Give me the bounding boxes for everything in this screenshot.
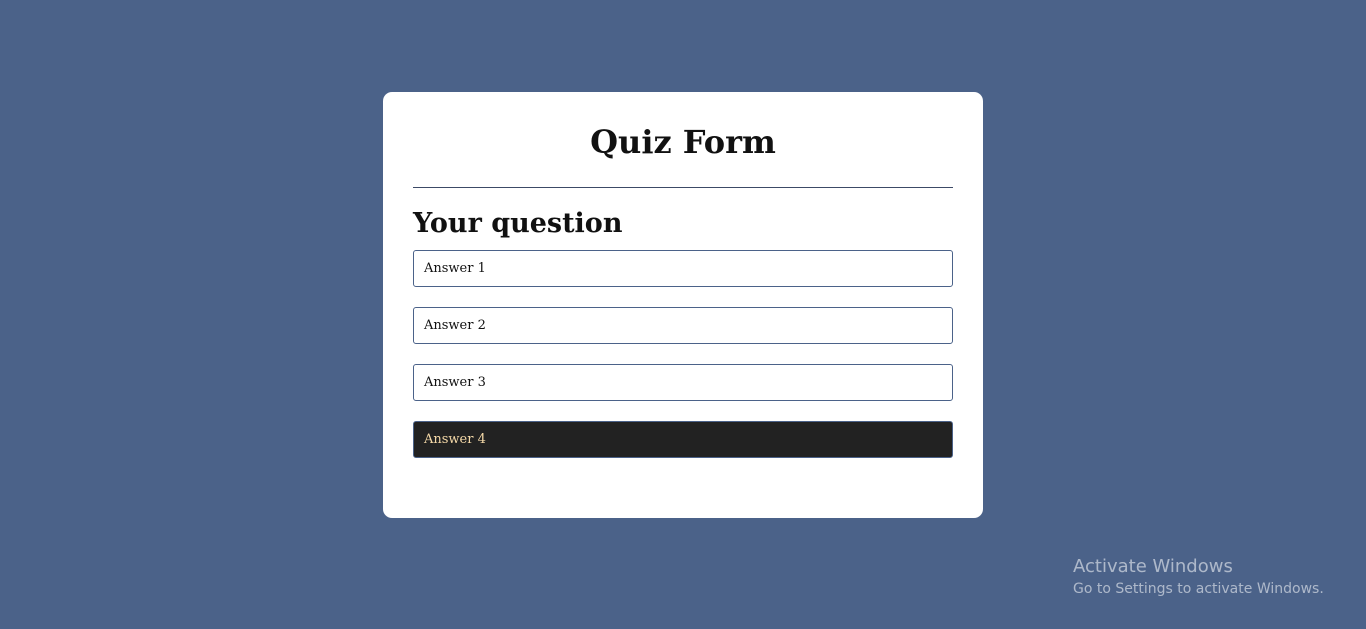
question-text: Your question xyxy=(413,208,623,239)
answer-option-1[interactable]: Answer 1 xyxy=(413,250,953,287)
quiz-title: Quiz Form xyxy=(590,123,776,161)
watermark-subtitle: Go to Settings to activate Windows. xyxy=(1073,581,1324,597)
quiz-card: Quiz Form Your question Answer 1 Answer … xyxy=(383,92,983,518)
answer-option-4[interactable]: Answer 4 xyxy=(413,421,953,458)
answer-option-2[interactable]: Answer 2 xyxy=(413,307,953,344)
watermark-title: Activate Windows xyxy=(1073,556,1233,577)
answer-option-3[interactable]: Answer 3 xyxy=(413,364,953,401)
activate-windows-watermark: Activate Windows Go to Settings to activ… xyxy=(1073,555,1324,599)
title-divider xyxy=(413,187,953,188)
